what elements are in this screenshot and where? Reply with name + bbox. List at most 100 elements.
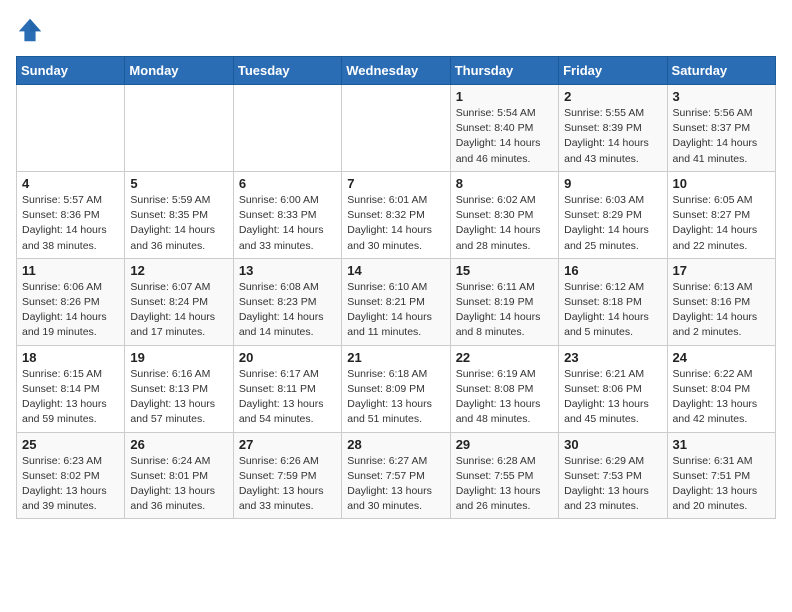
calendar-cell: 21 Sunrise: 6:18 AM Sunset: 8:09 PM Dayli… bbox=[342, 345, 450, 432]
calendar-cell: 26 Sunrise: 6:24 AM Sunset: 8:01 PM Dayli… bbox=[125, 432, 233, 519]
day-number: 18 bbox=[22, 350, 119, 365]
day-info: Sunrise: 6:13 AM Sunset: 8:16 PM Dayligh… bbox=[673, 280, 770, 341]
calendar-cell: 22 Sunrise: 6:19 AM Sunset: 8:08 PM Dayli… bbox=[450, 345, 558, 432]
weekday-header-friday: Friday bbox=[559, 57, 667, 85]
day-number: 25 bbox=[22, 437, 119, 452]
calendar-table: SundayMondayTuesdayWednesdayThursdayFrid… bbox=[16, 56, 776, 519]
calendar-week-2: 4 Sunrise: 5:57 AM Sunset: 8:36 PM Daylig… bbox=[17, 171, 776, 258]
calendar-cell: 23 Sunrise: 6:21 AM Sunset: 8:06 PM Dayli… bbox=[559, 345, 667, 432]
day-info: Sunrise: 6:22 AM Sunset: 8:04 PM Dayligh… bbox=[673, 367, 770, 428]
calendar-cell bbox=[125, 85, 233, 172]
day-number: 2 bbox=[564, 89, 661, 104]
calendar-cell: 14 Sunrise: 6:10 AM Sunset: 8:21 PM Dayli… bbox=[342, 258, 450, 345]
day-info: Sunrise: 6:00 AM Sunset: 8:33 PM Dayligh… bbox=[239, 193, 336, 254]
day-info: Sunrise: 6:05 AM Sunset: 8:27 PM Dayligh… bbox=[673, 193, 770, 254]
day-info: Sunrise: 6:31 AM Sunset: 7:51 PM Dayligh… bbox=[673, 454, 770, 515]
day-info: Sunrise: 6:02 AM Sunset: 8:30 PM Dayligh… bbox=[456, 193, 553, 254]
day-info: Sunrise: 6:19 AM Sunset: 8:08 PM Dayligh… bbox=[456, 367, 553, 428]
day-number: 6 bbox=[239, 176, 336, 191]
calendar-cell: 8 Sunrise: 6:02 AM Sunset: 8:30 PM Daylig… bbox=[450, 171, 558, 258]
day-number: 13 bbox=[239, 263, 336, 278]
day-number: 21 bbox=[347, 350, 444, 365]
day-number: 22 bbox=[456, 350, 553, 365]
calendar-week-3: 11Sunrise: 6:06 AM Sunset: 8:26 PM Dayli… bbox=[17, 258, 776, 345]
day-number: 26 bbox=[130, 437, 227, 452]
day-number: 1 bbox=[456, 89, 553, 104]
day-info: Sunrise: 6:03 AM Sunset: 8:29 PM Dayligh… bbox=[564, 193, 661, 254]
calendar-cell: 5Sunrise: 5:59 AM Sunset: 8:35 PM Daylig… bbox=[125, 171, 233, 258]
day-number: 16 bbox=[564, 263, 661, 278]
calendar-week-1: 1 Sunrise: 5:54 AM Sunset: 8:40 PM Daylig… bbox=[17, 85, 776, 172]
weekday-header-monday: Monday bbox=[125, 57, 233, 85]
day-info: Sunrise: 6:01 AM Sunset: 8:32 PM Dayligh… bbox=[347, 193, 444, 254]
day-info: Sunrise: 5:56 AM Sunset: 8:37 PM Dayligh… bbox=[673, 106, 770, 167]
weekday-header-wednesday: Wednesday bbox=[342, 57, 450, 85]
day-number: 19 bbox=[130, 350, 227, 365]
day-number: 10 bbox=[673, 176, 770, 191]
calendar-cell: 31 Sunrise: 6:31 AM Sunset: 7:51 PM Dayli… bbox=[667, 432, 775, 519]
day-info: Sunrise: 6:07 AM Sunset: 8:24 PM Dayligh… bbox=[130, 280, 227, 341]
day-number: 7 bbox=[347, 176, 444, 191]
day-info: Sunrise: 5:55 AM Sunset: 8:39 PM Dayligh… bbox=[564, 106, 661, 167]
calendar-cell: 4 Sunrise: 5:57 AM Sunset: 8:36 PM Daylig… bbox=[17, 171, 125, 258]
day-info: Sunrise: 6:08 AM Sunset: 8:23 PM Dayligh… bbox=[239, 280, 336, 341]
calendar-week-5: 25 Sunrise: 6:23 AM Sunset: 8:02 PM Dayli… bbox=[17, 432, 776, 519]
calendar-cell: 6 Sunrise: 6:00 AM Sunset: 8:33 PM Daylig… bbox=[233, 171, 341, 258]
weekday-header-tuesday: Tuesday bbox=[233, 57, 341, 85]
page-header bbox=[16, 16, 776, 44]
day-info: Sunrise: 6:23 AM Sunset: 8:02 PM Dayligh… bbox=[22, 454, 119, 515]
calendar-cell: 1 Sunrise: 5:54 AM Sunset: 8:40 PM Daylig… bbox=[450, 85, 558, 172]
day-number: 20 bbox=[239, 350, 336, 365]
day-number: 28 bbox=[347, 437, 444, 452]
day-number: 14 bbox=[347, 263, 444, 278]
logo bbox=[16, 16, 48, 44]
day-info: Sunrise: 6:11 AM Sunset: 8:19 PM Dayligh… bbox=[456, 280, 553, 341]
day-number: 8 bbox=[456, 176, 553, 191]
day-number: 23 bbox=[564, 350, 661, 365]
logo-icon bbox=[16, 16, 44, 44]
calendar-cell: 17Sunrise: 6:13 AM Sunset: 8:16 PM Dayli… bbox=[667, 258, 775, 345]
day-info: Sunrise: 5:54 AM Sunset: 8:40 PM Dayligh… bbox=[456, 106, 553, 167]
calendar-cell bbox=[233, 85, 341, 172]
calendar-cell: 10 Sunrise: 6:05 AM Sunset: 8:27 PM Dayli… bbox=[667, 171, 775, 258]
day-number: 29 bbox=[456, 437, 553, 452]
day-info: Sunrise: 6:15 AM Sunset: 8:14 PM Dayligh… bbox=[22, 367, 119, 428]
day-number: 27 bbox=[239, 437, 336, 452]
day-info: Sunrise: 6:28 AM Sunset: 7:55 PM Dayligh… bbox=[456, 454, 553, 515]
calendar-cell: 30Sunrise: 6:29 AM Sunset: 7:53 PM Dayli… bbox=[559, 432, 667, 519]
calendar-cell: 13 Sunrise: 6:08 AM Sunset: 8:23 PM Dayli… bbox=[233, 258, 341, 345]
calendar-cell: 24Sunrise: 6:22 AM Sunset: 8:04 PM Dayli… bbox=[667, 345, 775, 432]
day-info: Sunrise: 6:26 AM Sunset: 7:59 PM Dayligh… bbox=[239, 454, 336, 515]
day-number: 9 bbox=[564, 176, 661, 191]
calendar-cell: 11Sunrise: 6:06 AM Sunset: 8:26 PM Dayli… bbox=[17, 258, 125, 345]
day-info: Sunrise: 5:57 AM Sunset: 8:36 PM Dayligh… bbox=[22, 193, 119, 254]
day-number: 3 bbox=[673, 89, 770, 104]
calendar-cell: 15 Sunrise: 6:11 AM Sunset: 8:19 PM Dayli… bbox=[450, 258, 558, 345]
day-info: Sunrise: 6:12 AM Sunset: 8:18 PM Dayligh… bbox=[564, 280, 661, 341]
calendar-week-4: 18 Sunrise: 6:15 AM Sunset: 8:14 PM Dayli… bbox=[17, 345, 776, 432]
day-info: Sunrise: 6:10 AM Sunset: 8:21 PM Dayligh… bbox=[347, 280, 444, 341]
calendar-cell: 28Sunrise: 6:27 AM Sunset: 7:57 PM Dayli… bbox=[342, 432, 450, 519]
day-info: Sunrise: 6:21 AM Sunset: 8:06 PM Dayligh… bbox=[564, 367, 661, 428]
weekday-header-thursday: Thursday bbox=[450, 57, 558, 85]
day-info: Sunrise: 6:17 AM Sunset: 8:11 PM Dayligh… bbox=[239, 367, 336, 428]
day-number: 4 bbox=[22, 176, 119, 191]
calendar-cell: 19Sunrise: 6:16 AM Sunset: 8:13 PM Dayli… bbox=[125, 345, 233, 432]
calendar-cell: 18 Sunrise: 6:15 AM Sunset: 8:14 PM Dayli… bbox=[17, 345, 125, 432]
day-number: 31 bbox=[673, 437, 770, 452]
weekday-header-sunday: Sunday bbox=[17, 57, 125, 85]
calendar-cell: 12Sunrise: 6:07 AM Sunset: 8:24 PM Dayli… bbox=[125, 258, 233, 345]
calendar-cell bbox=[17, 85, 125, 172]
day-number: 5 bbox=[130, 176, 227, 191]
calendar-cell bbox=[342, 85, 450, 172]
weekday-header-saturday: Saturday bbox=[667, 57, 775, 85]
calendar-cell: 20 Sunrise: 6:17 AM Sunset: 8:11 PM Dayli… bbox=[233, 345, 341, 432]
calendar-cell: 9 Sunrise: 6:03 AM Sunset: 8:29 PM Daylig… bbox=[559, 171, 667, 258]
day-number: 11 bbox=[22, 263, 119, 278]
day-info: Sunrise: 6:24 AM Sunset: 8:01 PM Dayligh… bbox=[130, 454, 227, 515]
day-info: Sunrise: 6:18 AM Sunset: 8:09 PM Dayligh… bbox=[347, 367, 444, 428]
day-number: 15 bbox=[456, 263, 553, 278]
day-number: 30 bbox=[564, 437, 661, 452]
calendar-cell: 25 Sunrise: 6:23 AM Sunset: 8:02 PM Dayli… bbox=[17, 432, 125, 519]
calendar-cell: 27 Sunrise: 6:26 AM Sunset: 7:59 PM Dayli… bbox=[233, 432, 341, 519]
